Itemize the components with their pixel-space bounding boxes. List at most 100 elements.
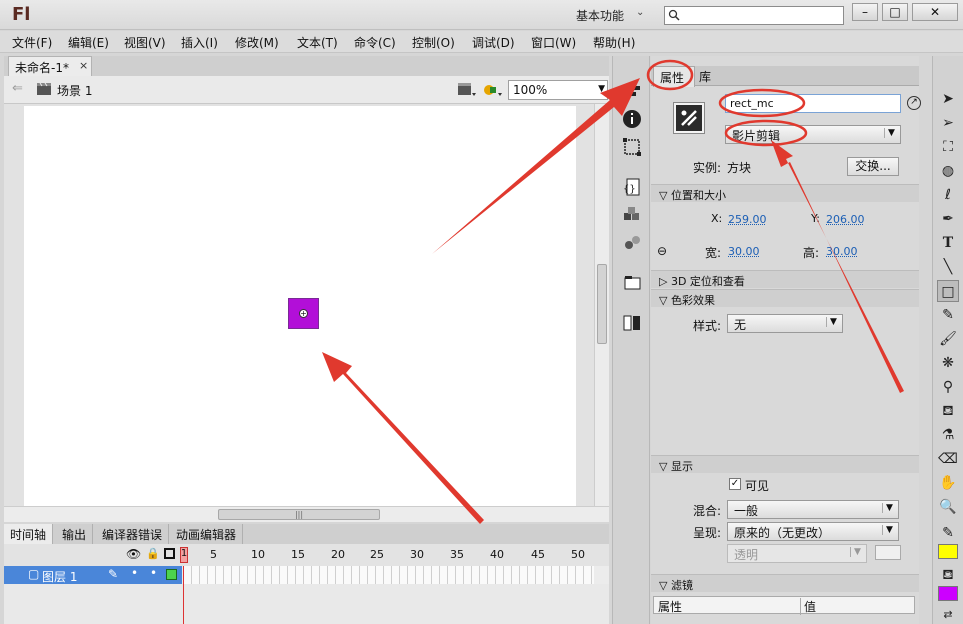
hand-tool-icon[interactable]: ✋ [937,472,959,494]
deco-tool-icon[interactable]: ❋ [937,352,959,374]
horizontal-scrollbar[interactable]: ||| [4,506,609,522]
eraser-tool-icon[interactable]: ⌫ [937,448,959,470]
style-label: 样式: [693,319,722,333]
section-color-effect[interactable]: ▽ 色彩效果 [651,289,919,307]
align-icon[interactable] [621,80,643,102]
visible-checkbox[interactable]: ✓ [729,478,741,490]
layer-name[interactable]: 图层 1 [42,568,77,585]
section-display[interactable]: ▽ 显示 [651,455,919,473]
pencil-tool-icon[interactable]: ✎ [937,304,959,326]
collapse-icon: ▽ [659,579,671,592]
maximize-button[interactable]: □ [882,3,908,21]
3d-rotation-tool-icon[interactable]: ◍ [937,160,959,182]
menu-window[interactable]: 窗口(W) [531,34,576,51]
stage-canvas[interactable]: + [24,106,576,506]
tab-output[interactable]: 输出 [56,524,94,544]
close-icon[interactable]: × [79,59,88,72]
transform-icon[interactable] [621,136,643,158]
free-transform-tool-icon[interactable]: ⛶ [937,136,959,158]
frame-number: 35 [450,548,464,561]
vertical-scroll-thumb[interactable] [597,264,607,344]
tab-motion-editor[interactable]: 动画编辑器 [170,524,244,544]
line-tool-icon[interactable]: ╲ [937,256,959,278]
code-snippets-icon[interactable]: {} [621,176,643,198]
workspace-switcher[interactable]: 基本功能 [576,7,624,24]
tab-timeline[interactable]: 时间轴 [4,524,54,544]
zoom-select[interactable]: 100% ▼ [508,80,608,100]
tab-properties[interactable]: 属性 [653,66,695,87]
stroke-color-swatch[interactable] [938,544,958,559]
paint-bucket-tool-icon[interactable]: ⛾ [937,400,959,422]
visibility-dot[interactable]: • [131,566,138,580]
x-value[interactable]: 259.00 [728,213,767,226]
scene-icon [37,82,51,95]
y-value[interactable]: 206.00 [826,213,865,226]
components-icon[interactable] [621,204,643,226]
instance-type-select[interactable]: 影片剪辑 ▼ [725,125,901,144]
chevron-down-icon: ▼ [598,84,605,94]
eye-icon[interactable]: 👁 [126,547,141,561]
render-select[interactable]: 原来的（无更改） ▼ [727,522,899,541]
blend-select[interactable]: 一般 ▼ [727,500,899,519]
horizontal-scroll-thumb[interactable]: ||| [218,509,380,520]
menu-text[interactable]: 文本(T) [297,34,338,51]
subselection-tool-icon[interactable]: ➢ [937,112,959,134]
project-icon[interactable] [621,272,643,294]
chevron-down-icon[interactable]: ⌄ [636,7,644,18]
frame-number: 45 [531,548,545,561]
help-search-input[interactable] [664,6,844,25]
menu-view[interactable]: 视图(V) [124,34,166,51]
tab-library[interactable]: 库 [699,68,711,85]
info-icon[interactable] [621,108,643,130]
menu-edit[interactable]: 编辑(E) [68,34,109,51]
instance-name-input[interactable]: rect_mc [725,94,901,113]
edit-scene-icon[interactable] [456,81,478,99]
swap-symbol-button[interactable]: 交换... [847,157,899,176]
tab-compiler-errors[interactable]: 编译器错误 [96,524,170,544]
outline-icon[interactable] [164,548,175,559]
rectangle-tool-icon[interactable]: □ [937,280,959,302]
minimize-button[interactable]: – [852,3,878,21]
fill-color-swatch[interactable] [938,586,958,601]
layer-outline-color[interactable] [166,569,177,580]
back-arrow-icon[interactable]: ⇐ [12,81,23,96]
transparent-value: 透明 [734,548,759,562]
layer-cell[interactable]: ▢ 图层 1 ✎ • • [4,566,182,584]
motion-presets-icon[interactable] [621,312,643,334]
menu-debug[interactable]: 调试(D) [472,34,515,51]
swap-colors-icon[interactable]: ⇄ [937,604,959,624]
menu-file[interactable]: 文件(F) [12,34,52,51]
menu-help[interactable]: 帮助(H) [593,34,635,51]
swf-history-icon[interactable]: ↗ [907,96,921,110]
lock-dot[interactable]: • [150,566,157,580]
fill-color-bucket-icon: ⛾ [942,567,954,583]
menu-insert[interactable]: 插入(I) [181,34,218,51]
document-tab[interactable]: 未命名-1* × [8,56,92,76]
brush-tool-icon[interactable]: 🖌 [937,328,959,350]
menu-control[interactable]: 控制(O) [412,34,455,51]
close-button[interactable]: ✕ [912,3,958,21]
text-tool-icon[interactable]: T [937,232,959,254]
edit-symbol-icon[interactable] [482,81,504,99]
section-filters[interactable]: ▽ 滤镜 [651,574,919,592]
zoom-tool-icon[interactable]: 🔍 [937,496,959,518]
pen-tool-icon[interactable]: ✒ [937,208,959,230]
height-value[interactable]: 30.00 [826,245,858,258]
bone-tool-icon[interactable]: ⚲ [937,376,959,398]
lasso-tool-icon[interactable]: ℓ [937,184,959,206]
width-value[interactable]: 30.00 [728,245,760,258]
color-style-select[interactable]: 无 ▼ [727,314,843,333]
vertical-scrollbar[interactable] [594,104,609,506]
eyedropper-tool-icon[interactable]: ⚗ [937,424,959,446]
lock-icon[interactable]: 🔒 [146,547,160,560]
section-3d[interactable]: ▷ 3D 定位和查看 [651,270,919,288]
layer-row[interactable]: ▢ 图层 1 ✎ • • [4,566,609,584]
menu-modify[interactable]: 修改(M) [235,34,279,51]
selection-tool-icon[interactable]: ➤ [937,88,959,110]
menu-commands[interactable]: 命令(C) [354,34,396,51]
rect-movieclip-instance[interactable]: + [288,298,319,329]
color-swatches-icon[interactable] [621,232,643,254]
frame-strip[interactable] [184,566,594,584]
link-constraint-icon[interactable]: ⊖ [657,244,667,258]
section-position-size[interactable]: ▽ 位置和大小 [651,184,919,202]
